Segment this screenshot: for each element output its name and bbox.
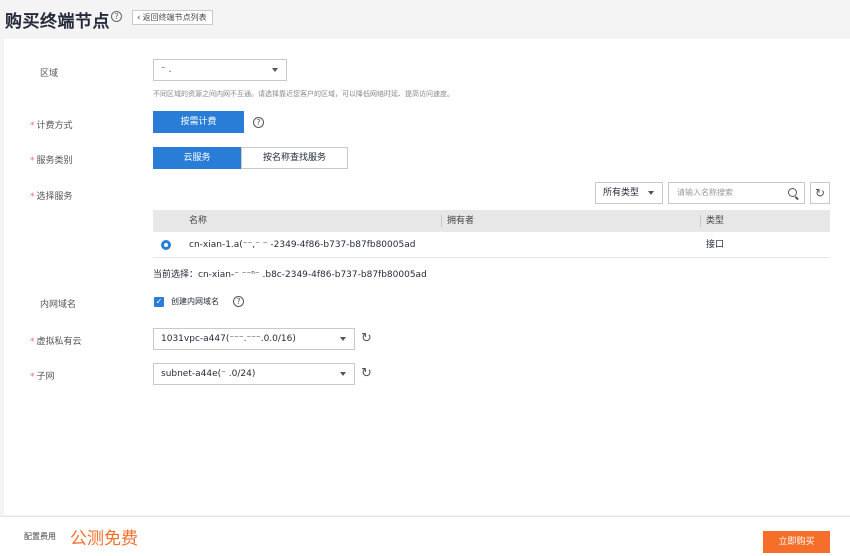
buy-now-button[interactable]: 立即购买 bbox=[763, 531, 830, 553]
fee-value: 公测免费 bbox=[70, 529, 138, 549]
back-to-list-label: 返回终端节点列表 bbox=[142, 13, 207, 22]
caret-down-icon bbox=[340, 337, 346, 341]
column-header-type: 类型 bbox=[706, 216, 725, 226]
search-icon[interactable] bbox=[788, 188, 797, 197]
required-mark: * bbox=[30, 121, 35, 131]
page-title: 购买终端节点 bbox=[5, 12, 110, 32]
billing-label: * 计费方式 bbox=[30, 121, 73, 131]
refresh-vpc-icon[interactable]: ↻ bbox=[361, 332, 372, 345]
region-value: ⁻ . bbox=[161, 65, 172, 75]
vpc-select[interactable]: 1031vpc-a447(⁻⁻⁻.⁻⁻⁻.0.0/16) bbox=[153, 328, 355, 350]
subnet-label: * 子网 bbox=[30, 372, 55, 382]
type-filter-select[interactable]: 所有类型 bbox=[595, 182, 663, 204]
caret-down-icon bbox=[340, 372, 346, 376]
billing-help-icon[interactable]: ? bbox=[253, 117, 264, 128]
footer-bar: 配置费用 公测免费 立即购买 bbox=[0, 516, 850, 556]
tab-cloud-service[interactable]: 云服务 bbox=[153, 147, 241, 169]
region-hint: 不同区域的资源之间内网不互通。请选择靠近您客户的区域，可以降低网络时延、提高访问… bbox=[153, 90, 454, 98]
billing-on-demand-button[interactable]: 按需计费 bbox=[153, 111, 244, 133]
current-selection-text: 当前选择：cn-xian-⁻ ⁻⁻ⁿ⁻ .b8c-2349-4f86-b737-… bbox=[153, 270, 427, 280]
region-select[interactable]: ⁻ . bbox=[153, 59, 287, 81]
vpc-label: * 虚拟私有云 bbox=[30, 337, 82, 347]
type-cell: 接口 bbox=[706, 240, 725, 250]
refresh-subnet-icon[interactable]: ↻ bbox=[361, 367, 372, 380]
help-icon[interactable]: ? bbox=[111, 11, 122, 22]
page-header: 购买终端节点 ? ‹ 返回终端节点列表 bbox=[0, 0, 850, 38]
column-header-owner: 拥有者 bbox=[447, 216, 475, 226]
create-domain-label: 创建内网域名 bbox=[171, 297, 219, 306]
chevron-left-icon: ‹ bbox=[137, 13, 141, 23]
column-divider bbox=[441, 215, 442, 227]
refresh-services-button[interactable]: ↻ bbox=[810, 182, 830, 204]
tab-find-by-name[interactable]: 按名称查找服务 bbox=[241, 147, 348, 169]
column-header-name: 名称 bbox=[189, 216, 208, 226]
table-row[interactable]: cn-xian-1.a(⁻⁻,⁻ ⁻ -2349-4f86-b737-b87fb… bbox=[153, 232, 830, 258]
domain-help-icon[interactable]: ? bbox=[233, 296, 244, 307]
caret-down-icon bbox=[272, 68, 278, 72]
service-table: 名称 拥有者 类型 cn-xian-1.a(⁻⁻,⁻ ⁻ -2349-4f86-… bbox=[153, 210, 830, 258]
service-search-input[interactable]: 请输入名称搜索 bbox=[668, 182, 805, 204]
select-service-label: * 选择服务 bbox=[30, 192, 73, 202]
region-label: 区域 bbox=[40, 69, 59, 79]
row-radio[interactable] bbox=[161, 240, 171, 250]
fee-label: 配置费用 bbox=[24, 532, 56, 541]
column-divider bbox=[700, 215, 701, 227]
form-panel: 区域 ⁻ . 不同区域的资源之间内网不互通。请选择靠近您客户的区域，可以降低网络… bbox=[4, 39, 850, 515]
create-domain-checkbox[interactable]: ✓ bbox=[154, 297, 164, 307]
table-header: 名称 拥有者 类型 bbox=[153, 210, 830, 232]
service-type-label: * 服务类别 bbox=[30, 156, 73, 166]
caret-down-icon bbox=[648, 191, 654, 195]
back-to-list-button[interactable]: ‹ 返回终端节点列表 bbox=[132, 10, 213, 25]
subnet-select[interactable]: subnet-a44e(⁻ .0/24) bbox=[153, 363, 355, 385]
service-name-cell: cn-xian-1.a(⁻⁻,⁻ ⁻ -2349-4f86-b737-b87fb… bbox=[189, 240, 416, 250]
intranet-domain-label: 内网域名 bbox=[40, 300, 77, 310]
